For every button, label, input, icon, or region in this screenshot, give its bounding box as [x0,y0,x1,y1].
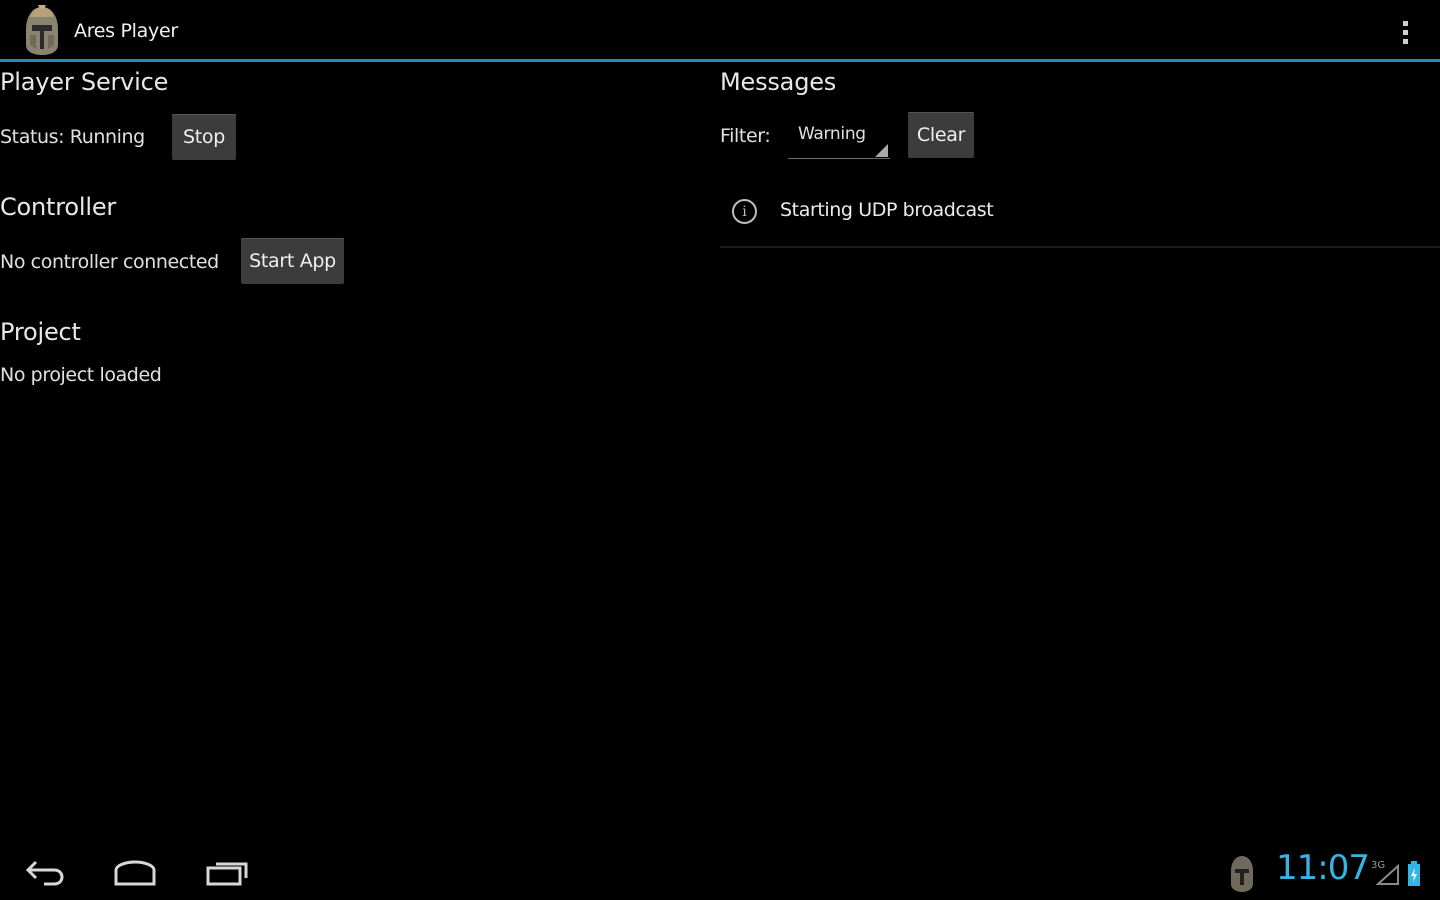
project-status-text: No project loaded [0,364,162,386]
start-app-button[interactable]: Start App [241,238,344,284]
dropdown-arrow-icon [875,144,888,157]
stop-button[interactable]: Stop [172,114,236,160]
filter-label: Filter: [720,125,771,147]
messages-heading: Messages [720,68,837,96]
recent-apps-icon[interactable] [204,856,250,888]
filter-selected-value: Warning [798,124,866,144]
helmet-logo-icon[interactable] [22,5,62,57]
overflow-menu-icon[interactable] [1392,14,1418,50]
list-divider [720,246,1440,248]
message-text: Starting UDP broadcast [780,199,994,221]
filter-dropdown[interactable]: Warning [788,115,890,159]
home-icon[interactable] [112,856,158,888]
system-nav-bar: 11:07 3G [0,840,1440,900]
controller-status-text: No controller connected [0,251,219,273]
action-bar: Ares Player [0,0,1440,62]
dropdown-underline [788,158,890,159]
player-service-heading: Player Service [0,68,169,96]
info-icon: i [732,199,757,224]
controller-heading: Controller [0,193,117,221]
clear-button[interactable]: Clear [908,112,974,158]
service-status-text: Status: Running [0,126,145,148]
project-heading: Project [0,318,81,346]
status-clock: 11:07 [1276,848,1370,888]
message-list-item[interactable]: i Starting UDP broadcast [720,182,1440,248]
battery-icon [1408,861,1420,886]
signal-icon [1376,864,1399,885]
back-icon[interactable] [24,856,66,888]
app-title: Ares Player [74,20,178,42]
notification-app-icon[interactable] [1228,854,1256,894]
